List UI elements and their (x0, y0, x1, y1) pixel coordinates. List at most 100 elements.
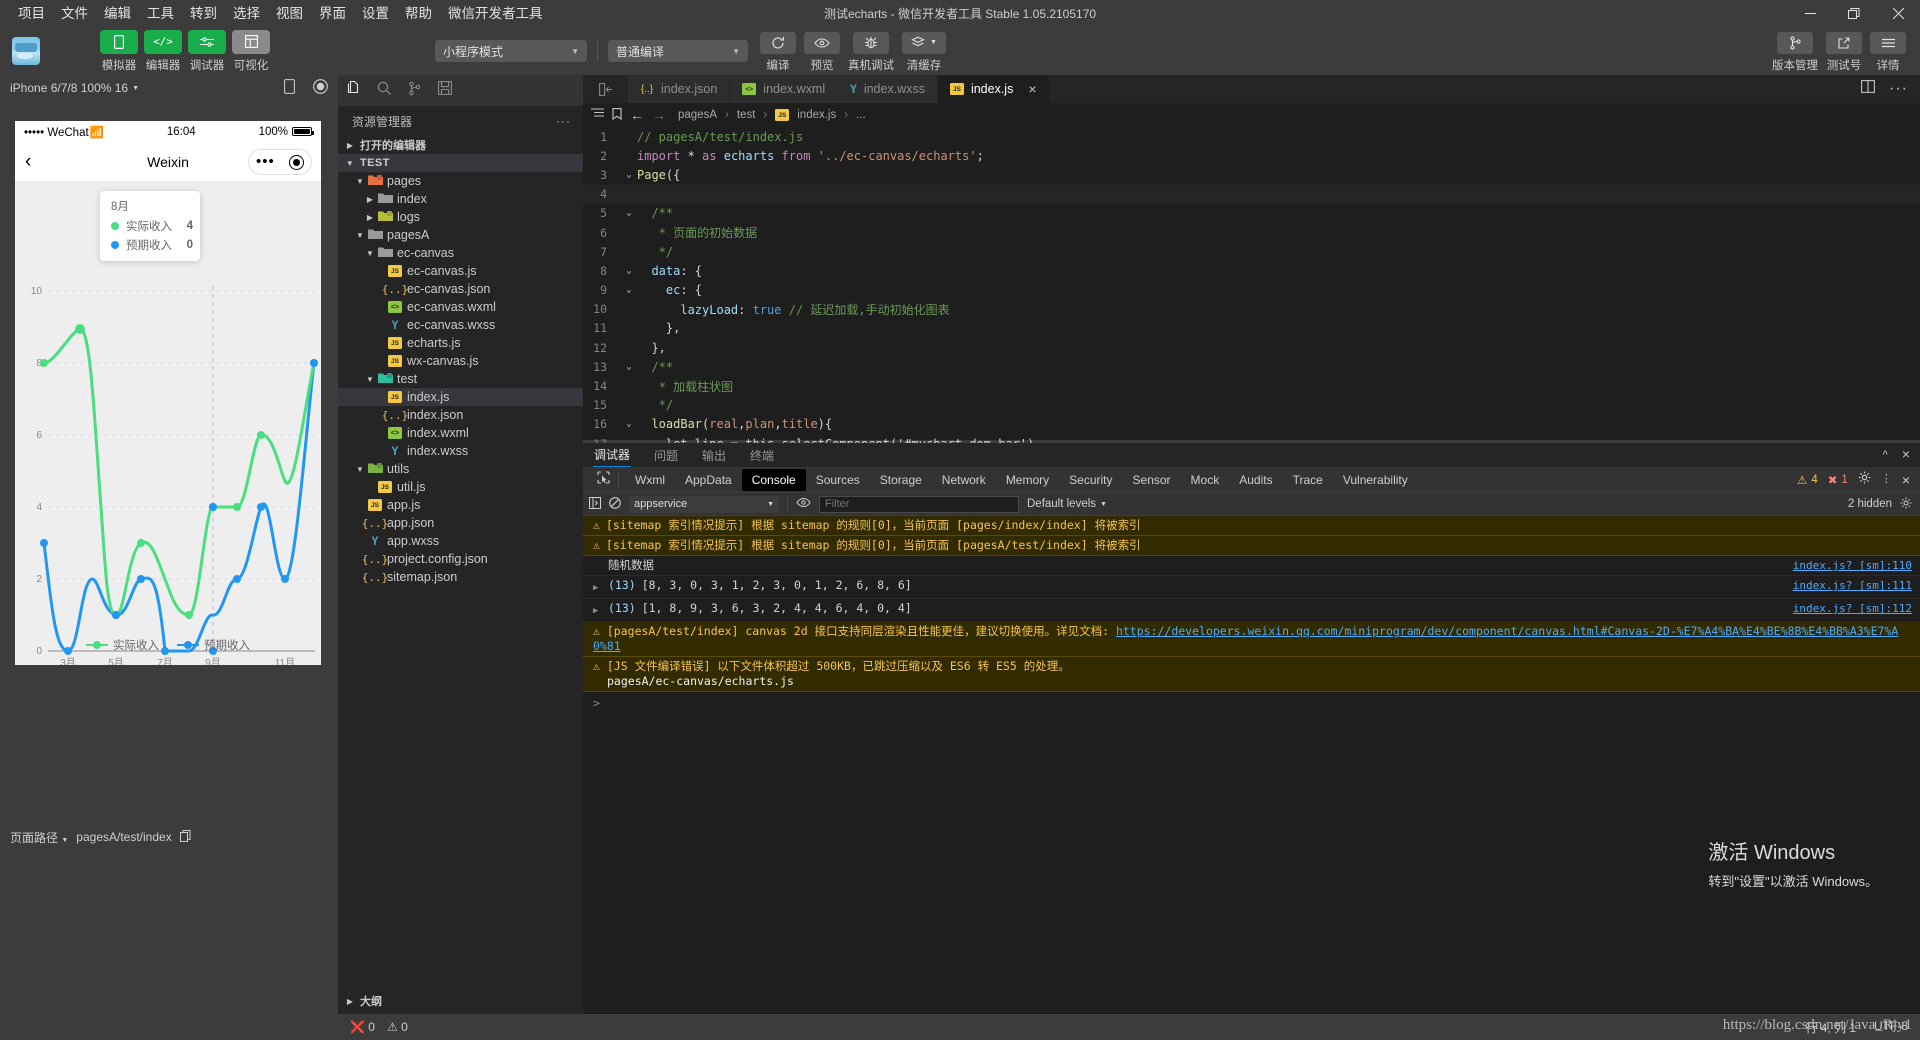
console-message-warning[interactable]: ⚠ [pagesA/test/index] canvas 2d 接口支持同层渲染… (583, 622, 1920, 657)
outline-section[interactable]: ▶ 大纲 (338, 990, 583, 1012)
back-arrow-icon[interactable]: ← (630, 108, 644, 122)
tree-item-app-wxss[interactable]: Үapp.wxss (338, 532, 583, 550)
fold-toggle-icon[interactable]: ⌄ (621, 362, 637, 372)
code-line[interactable]: 7 */ (583, 242, 1920, 261)
page-path-label[interactable]: 页面路径 ▼ (10, 829, 68, 846)
close-icon[interactable]: × (1902, 447, 1910, 461)
editor-more-icon[interactable]: ··· (1889, 81, 1908, 97)
compile-select[interactable]: 普通编译 ▼ (608, 40, 748, 62)
chevron-down-icon[interactable]: ▼ (354, 177, 366, 186)
fold-toggle-icon[interactable]: ⌄ (621, 266, 637, 276)
fold-toggle-icon[interactable]: ⌄ (621, 208, 637, 218)
panel-tab-appdata[interactable]: AppData (675, 469, 742, 491)
tree-item-util-js[interactable]: JS util.js (338, 478, 583, 496)
compile-button[interactable]: 编译 (760, 31, 796, 73)
tree-item-echarts-js[interactable]: JS echarts.js (338, 334, 583, 352)
details-button[interactable]: 详情 (1870, 31, 1906, 73)
tab-debugger[interactable]: 调试器 (593, 443, 632, 467)
echarts-line-chart[interactable]: 10 8 6 4 2 0 3月 5月 7月 9月 11月 8月 实际收入 4 预… (15, 181, 321, 665)
panel-tab-mock[interactable]: Mock (1181, 469, 1230, 491)
gear-icon[interactable] (1858, 471, 1871, 489)
chevron-down-icon[interactable]: ▼ (364, 249, 376, 258)
rotate-device-icon[interactable] (284, 79, 295, 97)
context-select[interactable]: appservice ▼ (629, 495, 779, 513)
outline-toggle-icon[interactable] (591, 108, 604, 122)
tree-item-project-config-json[interactable]: {..} project.config.json (338, 550, 583, 568)
expand-icon[interactable]: ▶ (593, 581, 602, 596)
menu-item-devtools[interactable]: 微信开发者工具 (440, 2, 551, 25)
tree-item-utils[interactable]: ▼ utils (338, 460, 583, 478)
panel-tab-storage[interactable]: Storage (870, 469, 932, 491)
error-count[interactable]: ✖ 1 (1828, 473, 1848, 487)
menu-item-goto[interactable]: 转到 (182, 2, 225, 25)
code-line[interactable]: 1 // pagesA/test/index.js (583, 127, 1920, 146)
tab-index-wxml[interactable]: <> index.wxml (730, 75, 839, 103)
code-line[interactable]: 14 * 加载柱状图 (583, 376, 1920, 395)
toggle-editor-button[interactable]: </> 编辑器 (144, 29, 182, 73)
tree-item-logs[interactable]: ▶ logs (338, 208, 583, 226)
tree-item-ec-canvas-json[interactable]: {..} ec-canvas.json (338, 280, 583, 298)
phone-simulator[interactable]: ••••• WeChat📶 16:04 100% ‹ Weixin ••• 10… (15, 121, 321, 665)
code-line[interactable]: 3 ⌄ Page({ (583, 165, 1920, 184)
code-line[interactable]: 12 }, (583, 338, 1920, 357)
tree-item-pagesA[interactable]: ▼ pagesA (338, 226, 583, 244)
warning-count[interactable]: ⚠ 4 (1797, 473, 1818, 487)
code-line[interactable]: 11 }, (583, 319, 1920, 338)
gear-icon[interactable] (1900, 497, 1912, 512)
tree-item-ec-canvas-wxss[interactable]: Үec-canvas.wxss (338, 316, 583, 334)
project-logo-icon[interactable] (12, 37, 40, 65)
breadcrumb-item-more[interactable]: ... (856, 109, 866, 121)
ellipsis-icon[interactable]: ··· (556, 115, 571, 127)
menu-item-tools[interactable]: 工具 (139, 2, 182, 25)
close-icon[interactable]: × (1028, 82, 1036, 96)
search-icon[interactable] (377, 81, 392, 101)
phone-capsule-buttons[interactable]: ••• (248, 149, 312, 175)
tree-item-test[interactable]: ▼ test (338, 370, 583, 388)
close-icon[interactable]: × (1902, 473, 1910, 487)
open-editors-section[interactable]: ▶ 打开的编辑器 (338, 136, 583, 154)
test-account-button[interactable]: 测试号 (1826, 31, 1862, 73)
tree-item-pages[interactable]: ▼ pages (338, 172, 583, 190)
tree-item-index-js[interactable]: JS index.js (338, 388, 583, 406)
code-line[interactable]: 2 import * as echarts from '../ec-canvas/… (583, 146, 1920, 165)
console-source-link[interactable]: index.js? [sm]:112 (1793, 601, 1912, 616)
close-button[interactable] (1876, 0, 1920, 27)
console-source-link[interactable]: index.js? [sm]:111 (1793, 578, 1912, 593)
code-line[interactable]: 16 ⌄ loadBar(real,plan,title){ (583, 415, 1920, 434)
ellipsis-vertical-icon[interactable]: ⋮ (1881, 474, 1892, 485)
menu-item-help[interactable]: 帮助 (397, 2, 440, 25)
status-diagnostics[interactable]: ❌ 0 ⚠ 0 (350, 1020, 408, 1034)
device-select[interactable]: iPhone 6/7/8 100% 16 ▼ (10, 81, 139, 95)
preview-button[interactable]: 预览 (804, 31, 840, 73)
chevron-right-icon[interactable]: ▶ (364, 213, 376, 222)
panel-tab-wxml[interactable]: Wxml (625, 469, 675, 491)
code-line[interactable]: 13 ⌄ /** (583, 357, 1920, 376)
code-line[interactable]: 9 ⌄ ec: { (583, 281, 1920, 300)
tree-item-index-wxml[interactable]: <> index.wxml (338, 424, 583, 442)
code-line[interactable]: 5 ⌄ /** (583, 204, 1920, 223)
tree-item-ec-canvas-wxml[interactable]: <> ec-canvas.wxml (338, 298, 583, 316)
menu-item-select[interactable]: 选择 (225, 2, 268, 25)
panel-tab-network[interactable]: Network (932, 469, 996, 491)
error-count-status[interactable]: ❌ 0 (350, 1020, 375, 1034)
tab-output[interactable]: 输出 (701, 444, 727, 467)
code-content[interactable]: 1 // pagesA/test/index.js 2 import * as ech… (583, 127, 1920, 453)
fold-toggle-icon[interactable]: ⌄ (621, 285, 637, 295)
panel-tab-sensor[interactable]: Sensor (1123, 469, 1181, 491)
console-message-array[interactable]: ▶ (13) [8, 3, 0, 3, 1, 2, 3, 0, 1, 2, 6,… (583, 576, 1920, 599)
console-message-log[interactable]: 随机数据 index.js? [sm]:110 (583, 556, 1920, 576)
console-message-warning[interactable]: ⚠ [JS 文件编译错误] 以下文件体积超过 500KB，已跳过压缩以及 ES6… (583, 657, 1920, 692)
chevron-right-icon[interactable]: ▶ (364, 195, 376, 204)
panel-tab-sources[interactable]: Sources (806, 469, 870, 491)
maximize-button[interactable] (1832, 0, 1876, 27)
console-output[interactable]: ⚠ [sitemap 索引情况提示] 根据 sitemap 的规则[0]，当前页… (583, 516, 1920, 714)
menu-item-project[interactable]: 项目 (10, 2, 53, 25)
breadcrumb-item-indexjs[interactable]: index.js (797, 109, 836, 121)
mode-select[interactable]: 小程序模式 ▼ (435, 40, 587, 62)
record-icon[interactable] (313, 79, 328, 97)
code-line[interactable]: 8 ⌄ data: { (583, 261, 1920, 280)
tree-item-app-js[interactable]: JS app.js (338, 496, 583, 514)
tree-item-index[interactable]: ▶ index (338, 190, 583, 208)
sidebar-icon[interactable] (589, 496, 601, 512)
panel-tab-trace[interactable]: Trace (1283, 469, 1333, 491)
